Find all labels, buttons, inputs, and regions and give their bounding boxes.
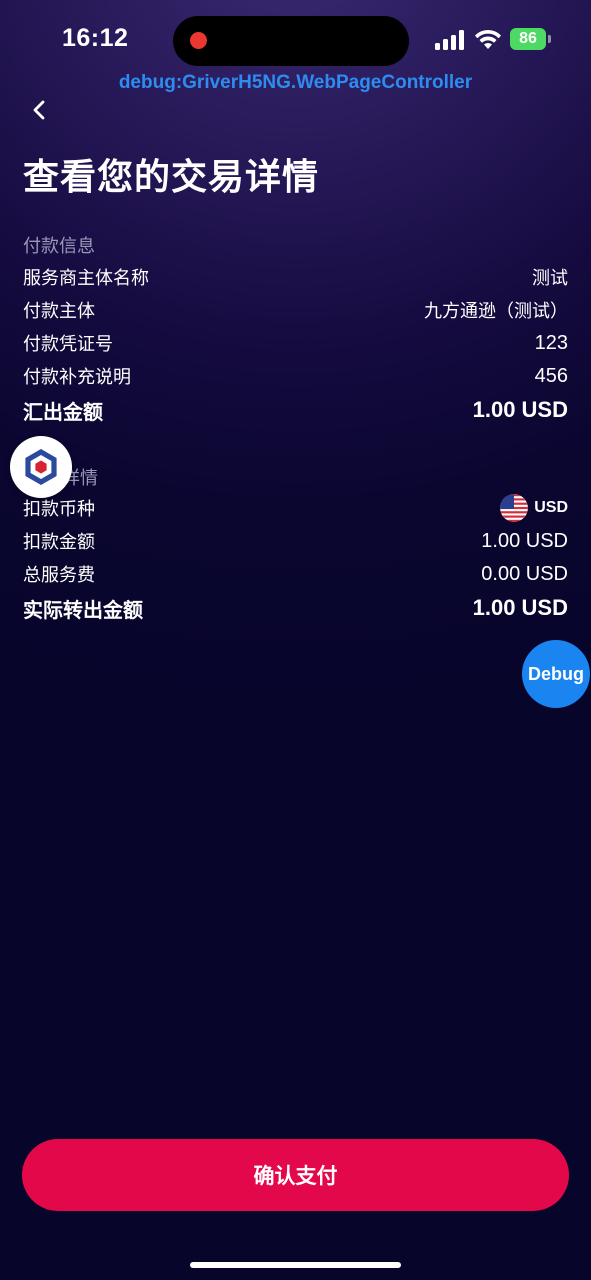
debug-button[interactable]: Debug — [522, 640, 590, 708]
info-row-remit-amount: 汇出金额 1.00 USD — [23, 396, 568, 424]
info-row-deduct-amount: 扣款金额 1.00 USD — [23, 527, 568, 555]
info-row-payer: 付款主体 九方通逊（测试） — [23, 296, 568, 324]
row-value: 测试 — [532, 268, 568, 289]
floating-app-logo-icon[interactable] — [10, 436, 72, 498]
row-value: 九方通逊（测试） — [424, 301, 568, 322]
battery-level: 86 — [519, 30, 537, 47]
cellular-signal-icon — [435, 30, 465, 50]
battery-tip — [548, 35, 551, 43]
row-value: 456 — [534, 364, 568, 387]
status-time: 16:12 — [62, 24, 129, 52]
row-value: 0.00 USD — [481, 562, 568, 585]
home-indicator[interactable] — [190, 1262, 401, 1268]
info-row-remark: 付款补充说明 456 — [23, 362, 568, 390]
back-chevron-icon[interactable] — [24, 94, 56, 126]
battery-icon: 86 — [510, 28, 546, 50]
payment-info-header: 付款信息 — [23, 236, 95, 257]
row-label: 付款主体 — [23, 301, 95, 322]
info-row-service-fee: 总服务费 0.00 USD — [23, 560, 568, 588]
row-label: 汇出金额 — [23, 399, 103, 424]
debug-controller-label: debug:GriverH5NG.WebPageController — [118, 72, 473, 93]
page-title: 查看您的交易详情 — [23, 157, 320, 198]
row-value: 123 — [534, 331, 568, 354]
row-label: 付款补充说明 — [23, 367, 131, 388]
info-row-provider: 服务商主体名称 测试 — [23, 263, 568, 291]
us-flag-icon — [500, 494, 529, 522]
confirm-payment-button[interactable]: 确认支付 — [22, 1139, 569, 1211]
row-label: 总服务费 — [23, 565, 95, 586]
wifi-icon — [475, 29, 501, 49]
dynamic-island — [173, 16, 409, 66]
recording-indicator-icon — [190, 32, 207, 49]
row-value: 1.00 USD — [472, 397, 568, 422]
row-label: 扣款币种 — [23, 499, 95, 520]
status-bar: 16:12 86 — [0, 0, 591, 80]
hexagon-logo-icon — [25, 449, 57, 485]
row-label: 实际转出金额 — [23, 597, 143, 622]
info-row-voucher: 付款凭证号 123 — [23, 329, 568, 357]
row-label: 付款凭证号 — [23, 334, 113, 355]
row-value: 1.00 USD — [472, 595, 568, 620]
info-row-actual-amount: 实际转出金额 1.00 USD — [23, 594, 568, 622]
row-value: 1.00 USD — [481, 529, 568, 552]
info-row-currency: 扣款币种 USD — [23, 494, 568, 522]
row-label: 服务商主体名称 — [23, 268, 149, 289]
row-value: USD — [500, 494, 568, 522]
currency-code: USD — [534, 499, 568, 516]
row-label: 扣款金额 — [23, 532, 95, 553]
